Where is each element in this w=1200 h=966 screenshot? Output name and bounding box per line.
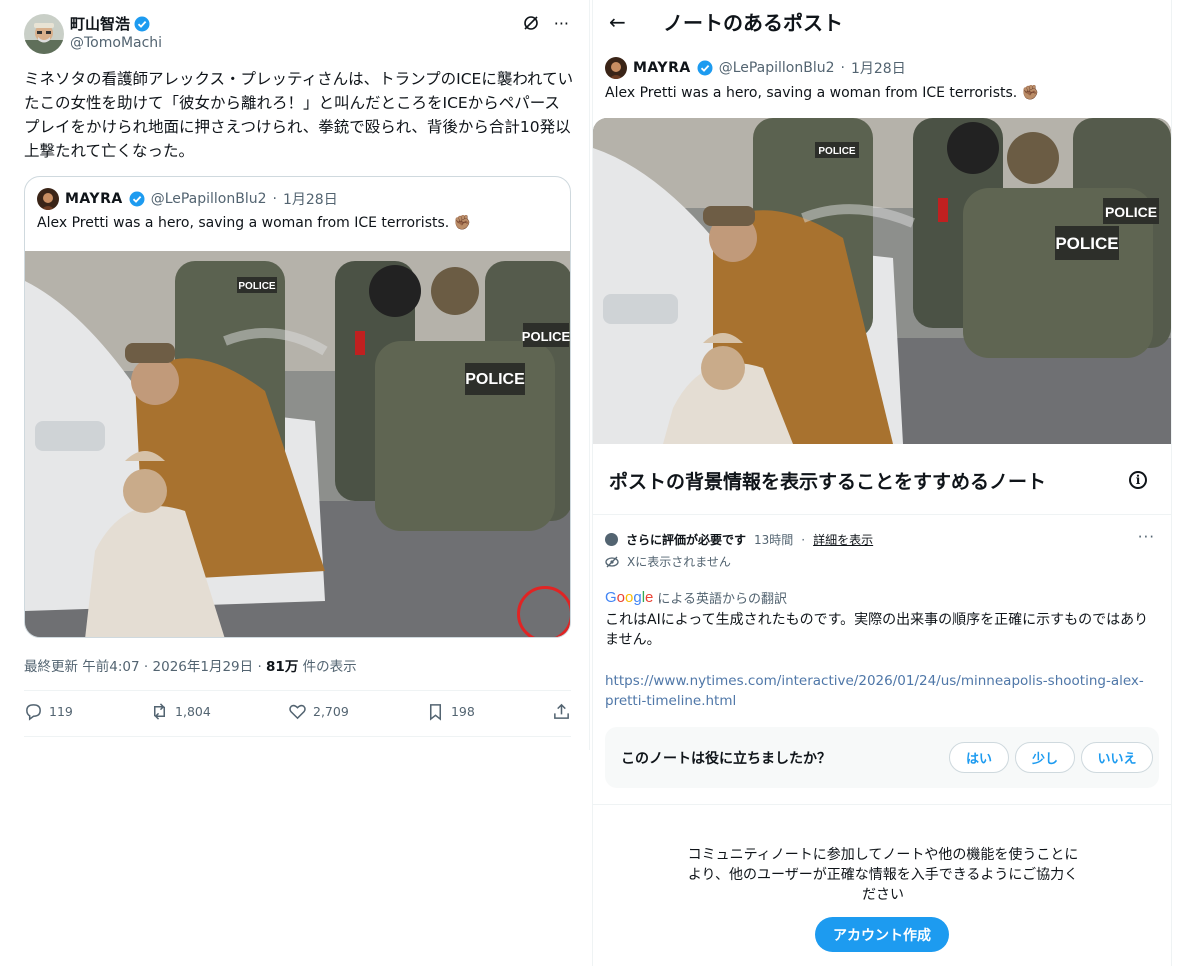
like-count: 2,709 <box>313 704 349 719</box>
post-top-actions: ··· <box>522 14 569 33</box>
dot-separator: · <box>801 532 806 547</box>
grok-icon[interactable] <box>522 14 540 32</box>
join-community-text: コミュニティノートに参加してノートや他の機能を使うことにより、他のユーザーが正確… <box>687 847 1079 903</box>
bookmark-button[interactable]: 198 <box>426 702 475 721</box>
noted-post-image[interactable]: POLICE POLICE POLICE <box>593 118 1171 444</box>
svg-text:POLICE: POLICE <box>818 146 856 157</box>
divider <box>24 690 571 691</box>
reply-count: 119 <box>49 704 73 719</box>
divider <box>24 736 571 737</box>
quoted-handle[interactable]: @LePapillonBlu2 <box>151 191 267 207</box>
helpful-buttons: はい 少し いいえ <box>949 742 1153 773</box>
note-age: 13時間 <box>754 533 794 547</box>
more-options-icon[interactable]: ··· <box>554 14 569 33</box>
author-avatar[interactable] <box>24 14 64 54</box>
reply-icon <box>26 704 41 721</box>
repost-button[interactable]: 1,804 <box>150 702 211 721</box>
svg-text:POLICE: POLICE <box>1055 234 1118 253</box>
eye-off-icon <box>605 556 619 567</box>
repost-icon <box>154 703 166 720</box>
status-dot-icon <box>605 533 618 546</box>
translation-link[interactable]: による英語からの翻訳 <box>657 588 787 607</box>
verified-badge-icon <box>134 16 150 31</box>
quoted-date[interactable]: 1月28日 <box>283 189 338 209</box>
info-icon[interactable]: i <box>1129 471 1147 489</box>
view-label: 件の表示 <box>302 659 357 675</box>
create-account-button[interactable]: アカウント作成 <box>815 917 949 952</box>
bookmark-count: 198 <box>450 704 475 719</box>
note-body: これはAIによって生成されたものです。実際の出来事の順序を正確に示すものではあり… <box>605 612 1149 648</box>
post-actions: 119 1,804 2,709 198 <box>24 702 571 721</box>
helpful-prompt: このノートは役に立ちましたか？ はい 少し いいえ <box>605 727 1159 788</box>
author-name[interactable]: 町山智浩 <box>70 13 150 34</box>
google-logo: Google <box>605 589 654 606</box>
quoted-text: Alex Pretti was a hero, saving a woman f… <box>37 215 472 231</box>
post-avatar[interactable] <box>605 57 627 79</box>
svg-text:POLICE: POLICE <box>465 371 525 388</box>
noted-post-text: Alex Pretti was a hero, saving a woman f… <box>605 85 1040 101</box>
noted-post-header: MAYRA @LePapillonBlu2 · 1月28日 <box>605 57 906 79</box>
translation-row: Google による英語からの翻訳 <box>605 588 787 607</box>
divider <box>593 514 1171 515</box>
helpful-somewhat-button[interactable]: 少し <box>1015 742 1075 773</box>
heart-icon <box>289 704 306 720</box>
post-name[interactable]: MAYRA <box>633 60 691 76</box>
dot-separator: · <box>143 659 149 675</box>
post-date[interactable]: 2026年1月29日 <box>153 659 254 675</box>
details-link[interactable]: 詳細を表示 <box>813 531 873 548</box>
helpful-yes-button[interactable]: はい <box>949 742 1009 773</box>
post-text: ミネソタの看護師アレックス・プレッティさんは、トランプのICEに襲われていたこの… <box>24 70 574 160</box>
quoted-name[interactable]: MAYRA <box>65 191 123 207</box>
highlight-circle <box>517 586 570 637</box>
post-meta: 最終更新 午前4:07 · 2026年1月29日 · 81万 件の表示 <box>24 655 357 675</box>
dot-separator: · <box>272 191 277 207</box>
share-button[interactable] <box>552 702 571 721</box>
more-options-icon[interactable]: ··· <box>1138 528 1155 546</box>
not-shown-text: Xに表示されません <box>627 555 731 569</box>
quoted-post[interactable]: MAYRA @LePapillonBlu2 · 1月28日 Alex Prett… <box>24 176 571 638</box>
quoted-avatar[interactable] <box>37 188 59 210</box>
helpful-question: このノートは役に立ちましたか？ <box>621 751 831 767</box>
repost-count: 1,804 <box>175 704 211 719</box>
dot-separator: · <box>257 659 262 675</box>
verified-badge-icon <box>129 191 145 207</box>
helpful-no-button[interactable]: いいえ <box>1081 742 1153 773</box>
not-shown-row: Xに表示されません <box>605 553 731 570</box>
svg-text:POLICE: POLICE <box>238 281 276 292</box>
back-arrow-icon[interactable]: ← <box>609 10 626 34</box>
bookmark-icon <box>429 704 441 721</box>
quoted-image[interactable]: POLICE POLICE POLICE <box>25 251 571 638</box>
author-handle[interactable]: @TomoMachi <box>70 35 162 51</box>
share-icon <box>554 703 569 719</box>
divider <box>593 804 1171 805</box>
author-name-text: 町山智浩 <box>70 15 131 33</box>
page-title: ノートのあるポスト <box>663 11 843 35</box>
post-handle[interactable]: @LePapillonBlu2 <box>719 60 835 76</box>
note-heading: ポストの背景情報を表示することをすすめるノート <box>609 471 1047 493</box>
svg-text:POLICE: POLICE <box>1105 204 1157 220</box>
note-source-link[interactable]: https://www.nytimes.com/interactive/2026… <box>605 671 1145 711</box>
left-post-panel: 町山智浩 @TomoMachi ··· ミネソタの看護師アレックス・プレッティさ… <box>0 0 590 750</box>
svg-text:POLICE: POLICE <box>522 329 571 344</box>
right-note-panel: ← ノートのあるポスト MAYRA @LePapillonBlu2 · 1月28… <box>592 0 1172 966</box>
view-count: 81万 <box>266 659 299 675</box>
updated-label: 最終更新 <box>24 659 78 675</box>
dot-separator: · <box>840 60 845 76</box>
post-time[interactable]: 午前4:07 <box>82 659 139 675</box>
reply-button[interactable]: 119 <box>24 702 73 721</box>
post-date[interactable]: 1月28日 <box>851 58 906 78</box>
status-text: さらに評価が必要です <box>626 533 747 547</box>
verified-badge-icon <box>697 60 713 76</box>
quoted-post-header: MAYRA @LePapillonBlu2 · 1月28日 <box>37 188 338 210</box>
note-status: さらに評価が必要です 13時間 · 詳細を表示 <box>605 531 873 548</box>
like-button[interactable]: 2,709 <box>288 702 349 721</box>
